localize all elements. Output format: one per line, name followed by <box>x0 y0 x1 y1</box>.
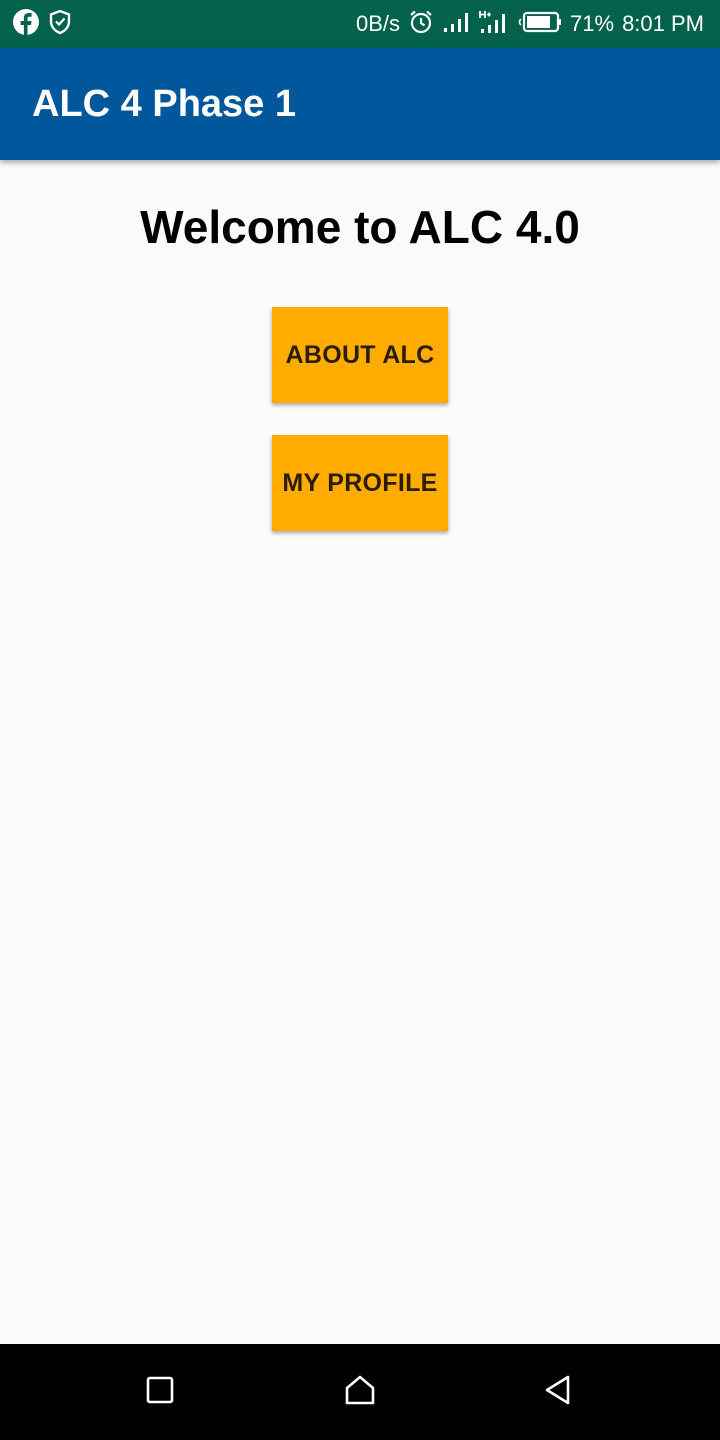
my-profile-button[interactable]: MY PROFILE <box>272 435 448 531</box>
shield-icon <box>48 9 72 40</box>
alarm-icon <box>408 9 434 40</box>
network-speed: 0B/s <box>355 11 401 36</box>
recent-apps-button[interactable] <box>140 1372 180 1412</box>
signal-h-icon <box>478 9 508 40</box>
app-bar: ALC 4 Phase 1 <box>0 48 720 160</box>
status-bar-left <box>12 8 80 41</box>
status-time: 8:01 PM <box>622 11 704 36</box>
status-bar-right: 0B/s 71% 8:01 PM <box>348 9 704 40</box>
status-bar: 0B/s 71% 8:01 PM <box>0 0 720 48</box>
facebook-icon <box>12 8 40 41</box>
home-button[interactable] <box>340 1372 380 1412</box>
recent-apps-icon <box>145 1375 175 1410</box>
navigation-bar <box>0 1344 720 1440</box>
back-button[interactable] <box>538 1372 578 1412</box>
welcome-heading: Welcome to ALC 4.0 <box>140 201 580 253</box>
home-icon <box>344 1374 376 1411</box>
about-alc-button[interactable]: ABOUT ALC <box>272 307 448 403</box>
battery-icon <box>516 10 562 39</box>
app-title: ALC 4 Phase 1 <box>32 82 296 125</box>
signal-icon <box>442 10 470 39</box>
battery-percent: 71% <box>570 11 615 36</box>
back-icon <box>543 1374 573 1411</box>
